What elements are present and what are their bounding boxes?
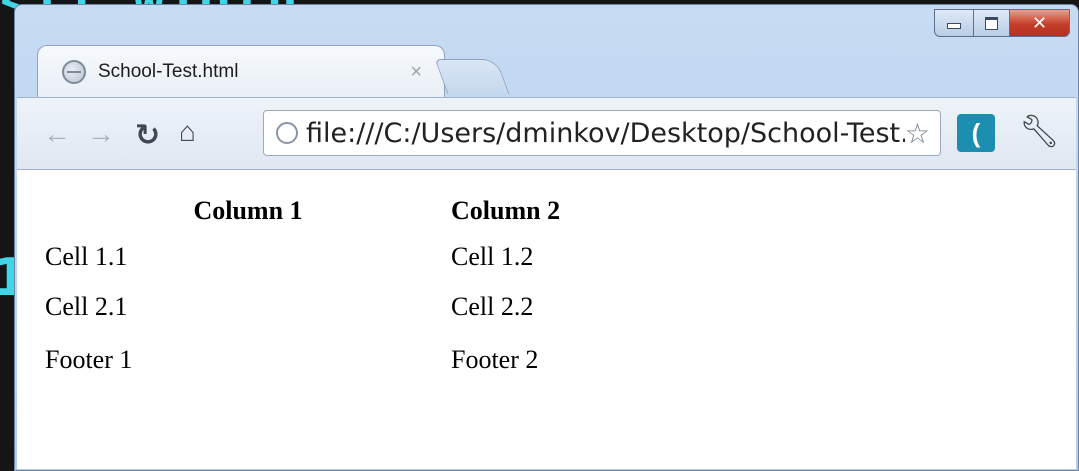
- close-icon: ✕: [1031, 12, 1048, 33]
- home-icon[interactable]: ⌂: [179, 116, 196, 148]
- close-window-button[interactable]: ✕: [1010, 9, 1070, 37]
- page-content: Column 1 Column 2 Cell 1.1 Cell 1.2 Cell…: [17, 169, 1076, 469]
- extension-icon[interactable]: (: [957, 114, 995, 152]
- table-header-row: Column 1 Column 2: [45, 190, 651, 232]
- data-table: Column 1 Column 2 Cell 1.1 Cell 1.2 Cell…: [45, 190, 651, 388]
- maximize-icon: [985, 16, 998, 30]
- minimize-icon: [947, 23, 961, 29]
- column-header: Column 2: [451, 196, 561, 225]
- back-icon[interactable]: ←: [43, 118, 71, 150]
- star-icon[interactable]: ☆: [905, 117, 930, 150]
- page-icon: [62, 60, 86, 84]
- address-bar[interactable]: file:///C:/Users/dminkov/Desktop/School-…: [263, 110, 941, 156]
- new-tab-button[interactable]: [434, 59, 510, 94]
- table-cell: Cell 1.1: [45, 242, 128, 271]
- window-controls: ✕: [934, 9, 1070, 37]
- wrench-icon[interactable]: 🔧︎: [1019, 112, 1060, 150]
- tab-title: School-Test.html: [98, 61, 239, 82]
- browser-window: ✕ School-Test.html × ← → ↻ ⌂ file:///C:/…: [14, 4, 1079, 471]
- table-cell: Cell 2.1: [45, 292, 128, 321]
- browser-toolbar: ← → ↻ ⌂ file:///C:/Users/dminkov/Desktop…: [17, 97, 1076, 169]
- table-row: Cell 1.1 Cell 1.2: [45, 232, 651, 282]
- forward-icon[interactable]: →: [87, 118, 115, 150]
- tab-close-icon[interactable]: ×: [410, 61, 422, 84]
- url-text[interactable]: file:///C:/Users/dminkov/Desktop/School-…: [306, 118, 905, 149]
- table-cell: Cell 2.2: [451, 292, 534, 321]
- browser-tab[interactable]: School-Test.html ×: [37, 45, 445, 98]
- table-footer-row: Footer 1 Footer 2: [45, 332, 651, 388]
- table-footer-cell: Footer 2: [451, 345, 539, 374]
- column-header: Column 1: [193, 196, 303, 225]
- reload-icon[interactable]: ↻: [135, 118, 160, 153]
- maximize-button[interactable]: [974, 9, 1010, 37]
- page-icon: [276, 122, 298, 144]
- table-row: Cell 2.1 Cell 2.2: [45, 282, 651, 332]
- table-cell: Cell 1.2: [451, 242, 534, 271]
- table-footer-cell: Footer 1: [45, 345, 133, 374]
- minimize-button[interactable]: [934, 9, 974, 37]
